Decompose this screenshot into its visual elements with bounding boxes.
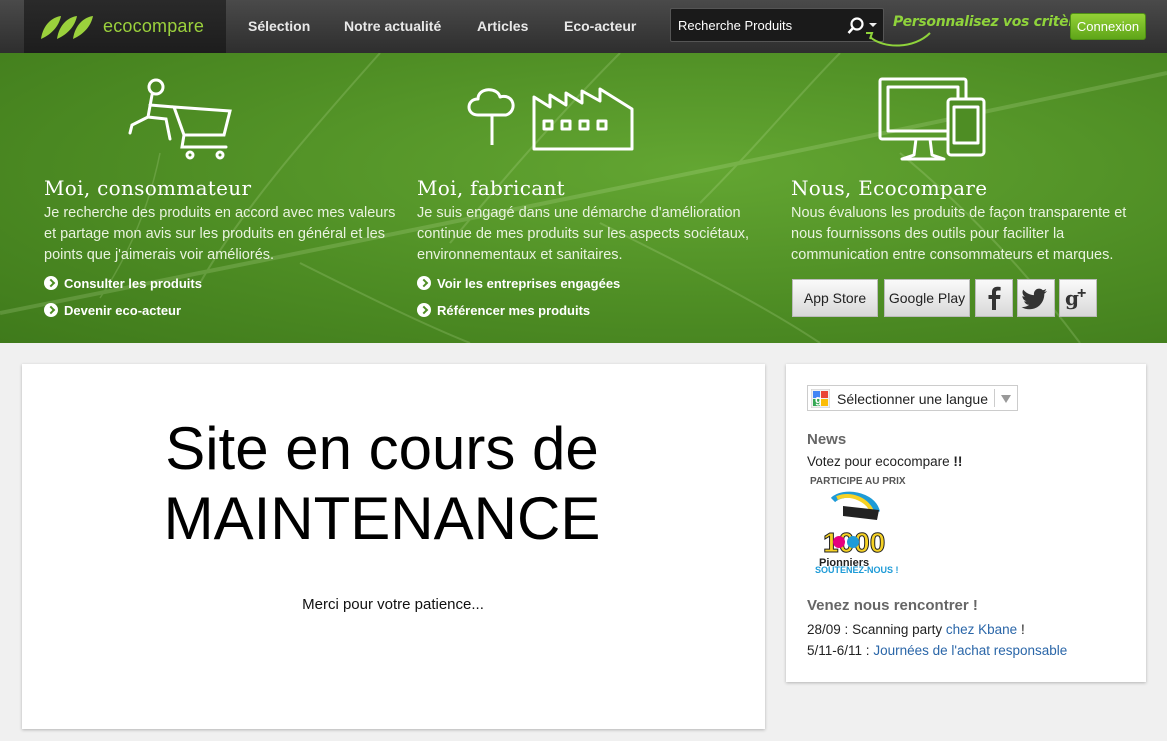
consult-products-link[interactable]: Consulter les produits [44, 276, 202, 291]
list-my-products-link[interactable]: Référencer mes produits [417, 303, 590, 318]
svg-text:g: g [815, 394, 822, 406]
nav-item-articles[interactable]: Articles [477, 0, 528, 53]
chevron-right-icon [417, 276, 431, 290]
support-us-label: SOUTENEZ-NOUS ! [815, 565, 899, 575]
event-item: 28/09 : Scanning party chez Kbane ! [807, 622, 1025, 637]
ecocompare-title: Nous, Ecocompare [791, 176, 988, 200]
language-select-label: Sélectionner une langue [837, 391, 989, 407]
become-eco-acteur-link[interactable]: Devenir eco-acteur [44, 303, 181, 318]
leaf-logo-icon [41, 15, 93, 39]
devices-icon [878, 77, 986, 161]
manufacturer-text: Je suis engagé dans une démarche d'améli… [417, 205, 750, 263]
chevron-right-icon [44, 276, 58, 290]
facebook-icon[interactable] [975, 279, 1013, 317]
prize-label: PARTICIPE AU PRIX [810, 476, 906, 487]
chevron-right-icon [417, 303, 431, 317]
event-link-achat-responsable[interactable]: Journées de l'achat responsable [873, 643, 1067, 658]
event-item: 5/11-6/11 : Journées de l'achat responsa… [807, 643, 1068, 658]
search-input[interactable]: Recherche Produits [670, 8, 884, 42]
twitter-icon[interactable] [1017, 279, 1055, 317]
manufacturer-title: Moi, fabricant [417, 176, 565, 200]
google-play-button[interactable]: Google Play [884, 279, 970, 317]
factory-icon [467, 87, 634, 151]
shopper-cart-icon [128, 78, 232, 160]
hero-banner: Moi, consommateur Je recherche des produ… [0, 53, 1167, 343]
meet-us-heading: Venez nous rencontrer ! [807, 597, 978, 614]
nav-item-actualite[interactable]: Notre actualité [344, 0, 441, 53]
curved-arrow-icon [866, 32, 931, 47]
app-store-button[interactable]: App Store [792, 279, 878, 317]
news-heading: News [807, 431, 847, 448]
login-button[interactable]: Connexion [1070, 13, 1146, 40]
sidebar: g Sélectionner une langue News Votez pou… [786, 364, 1146, 682]
engaged-companies-link[interactable]: Voir les entreprises engagées [417, 276, 620, 291]
chevron-right-icon [44, 303, 58, 317]
search-value: Recherche Produits [678, 18, 793, 33]
google-plus-icon[interactable]: g + [1059, 279, 1097, 317]
ecocompare-text: Nous évaluons les produits de façon tran… [791, 205, 1127, 263]
top-navbar: ecocompare Sélection Notre actualité Art… [0, 0, 1167, 53]
svg-text:+: + [1077, 285, 1086, 302]
consumer-text: Je recherche des produits en accord avec… [44, 205, 396, 263]
consumer-title: Moi, consommateur [44, 176, 252, 200]
google-translate-icon: g [811, 389, 830, 408]
vote-text: Votez pour ecocompare !! [807, 454, 963, 469]
language-select[interactable]: g Sélectionner une langue [807, 385, 1018, 411]
brand-name: ecocompare [103, 16, 205, 36]
maintenance-subtitle: Merci pour votre patience... [302, 596, 484, 613]
nav-item-eco-acteur[interactable]: Eco-acteur [564, 0, 636, 53]
personalize-criteria-link[interactable]: Personnalisez vos critères [893, 14, 1092, 30]
chevron-down-icon [1001, 395, 1011, 403]
event-link-kbane[interactable]: chez Kbane [946, 622, 1017, 637]
maintenance-card: Site en cours de MAINTENANCE Merci pour … [22, 364, 765, 729]
nav-item-selection[interactable]: Sélection [248, 0, 310, 53]
logo[interactable]: ecocompare [24, 0, 226, 53]
maintenance-title: Site en cours de MAINTENANCE [163, 415, 601, 552]
separator [994, 389, 995, 407]
